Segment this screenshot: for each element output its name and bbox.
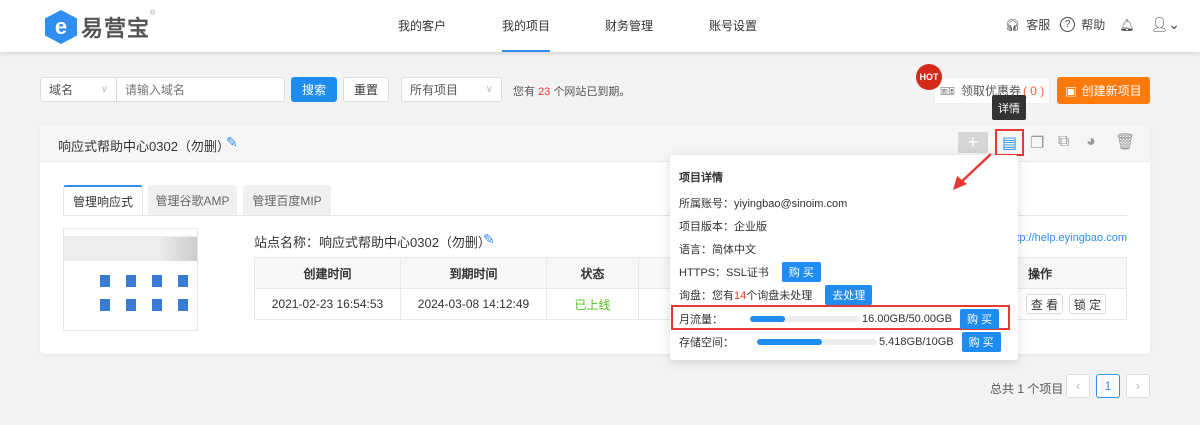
edit-icon[interactable]: ✎ <box>226 134 238 151</box>
details-inquiry: 询盘：您有14个询盘未处理 <box>679 290 813 302</box>
status-badge: 已上线 <box>546 288 639 320</box>
bell-icon[interactable]: 🔔︎ <box>1119 18 1134 32</box>
globe-icon[interactable]: ◕ <box>1086 133 1096 151</box>
created-time: 2021-02-23 16:54:53 <box>254 288 401 320</box>
nav-my-projects[interactable]: 我的项目 <box>501 0 551 52</box>
details-icon[interactable]: ▤ <box>995 129 1024 156</box>
storage-value: 5.418GB/10GB <box>879 336 954 348</box>
reset-button[interactable]: 重置 <box>343 77 389 102</box>
chevron-down-icon: ∨ <box>100 84 108 95</box>
domain-search-input[interactable] <box>116 77 285 102</box>
expired-count: 23 <box>538 86 551 98</box>
lock-button[interactable]: 锁 定 <box>1069 294 1106 314</box>
tab-responsive[interactable]: 管理响应式 <box>63 185 143 216</box>
translate-icon[interactable]: ⧉ <box>1058 133 1069 151</box>
annotation-arrow <box>953 153 992 190</box>
hot-badge: HOT <box>916 64 942 90</box>
traffic-value: 16.00GB/50.00GB <box>862 313 952 325</box>
create-project-button[interactable]: ▣ 创建新项目 <box>1057 77 1150 104</box>
col-status: 状态 <box>546 257 639 289</box>
details-language: 语言：简体中文 <box>679 244 756 256</box>
field-select-value: 域名 <box>49 83 74 97</box>
help-icon[interactable]: ? <box>1060 17 1076 32</box>
search-button[interactable]: 搜索 <box>291 77 337 102</box>
page-1-button[interactable]: 1 <box>1096 374 1120 398</box>
prev-page-button[interactable]: ‹ <box>1066 374 1090 398</box>
traffic-label: 月流量： <box>679 314 723 326</box>
details-account: 所属账号：yiyingbao@sinoim.com <box>679 198 848 210</box>
top-header: e 易营宝 ® 我的客户 我的项目 财务管理 账号设置 🎧︎ 客服 ? 帮助 🔔… <box>0 0 1200 52</box>
site-url-link[interactable]: http://help.eyingbao.com <box>1007 232 1127 244</box>
handle-inquiry-button[interactable]: 去处理 <box>825 285 873 305</box>
user-icon[interactable]: 👤︎⌄ <box>1151 16 1181 33</box>
details-tooltip: 详情 <box>992 95 1026 120</box>
trash-icon[interactable]: 🗑︎ <box>1115 132 1135 152</box>
tab-baidu-mip[interactable]: 管理百度MIP <box>243 185 331 216</box>
project-title: 响应式帮助中心0302（勿删） <box>58 139 230 154</box>
ticket-icon: 🎫︎ <box>939 83 955 98</box>
buy-storage-button[interactable]: 购 买 <box>961 332 1001 352</box>
buy-traffic-button[interactable]: 购 买 <box>959 309 999 329</box>
storage-progress-bar <box>757 339 877 345</box>
pagination-total: 总共 1 个项目 <box>990 382 1064 396</box>
project-filter-value: 所有项目 <box>410 83 459 97</box>
create-icon: ▣ <box>1065 83 1077 98</box>
view-button[interactable]: 查 看 <box>1026 294 1063 314</box>
site-thumbnail[interactable] <box>63 228 198 331</box>
field-select[interactable]: 域名 ∨ <box>40 77 117 102</box>
col-actions: 操作 <box>999 257 1127 289</box>
logo[interactable]: e 易营宝 ® <box>45 10 155 44</box>
service-link[interactable]: 客服 <box>1026 16 1050 33</box>
registered-mark: ® <box>150 10 156 17</box>
copy-icon[interactable]: ❐ <box>1030 133 1044 153</box>
col-created: 创建时间 <box>254 257 401 289</box>
expired-notice: 您有 23 个网站已到期。 <box>513 86 631 98</box>
edit-site-name-icon[interactable]: ✎ <box>483 231 495 248</box>
logo-icon: e <box>45 10 77 44</box>
storage-label: 存储空间： <box>679 337 734 349</box>
expire-time: 2024-03-08 14:12:49 <box>400 288 547 320</box>
site-name: 站点名称：响应式帮助中心0302（勿删） <box>254 235 491 250</box>
logo-text: 易营宝 <box>81 16 151 41</box>
project-filter-select[interactable]: 所有项目 ∨ <box>401 77 502 102</box>
col-expires: 到期时间 <box>400 257 547 289</box>
headset-icon[interactable]: 🎧︎ <box>1005 18 1020 32</box>
traffic-progress-bar <box>750 316 861 322</box>
nav-my-customers[interactable]: 我的客户 <box>398 0 446 52</box>
details-https: HTTPS：SSL证书 <box>679 267 769 279</box>
details-edition: 项目版本：企业版 <box>679 221 767 233</box>
buy-ssl-button[interactable]: 购 买 <box>781 262 821 282</box>
nav-finance[interactable]: 财务管理 <box>605 0 653 52</box>
help-link[interactable]: 帮助 <box>1081 16 1105 33</box>
details-title: 项目详情 <box>679 172 723 184</box>
nav-account-settings[interactable]: 账号设置 <box>709 0 757 52</box>
next-page-button[interactable]: › <box>1126 374 1150 398</box>
chevron-down-icon: ∨ <box>485 84 493 95</box>
tab-google-amp[interactable]: 管理谷歌AMP <box>148 185 237 216</box>
